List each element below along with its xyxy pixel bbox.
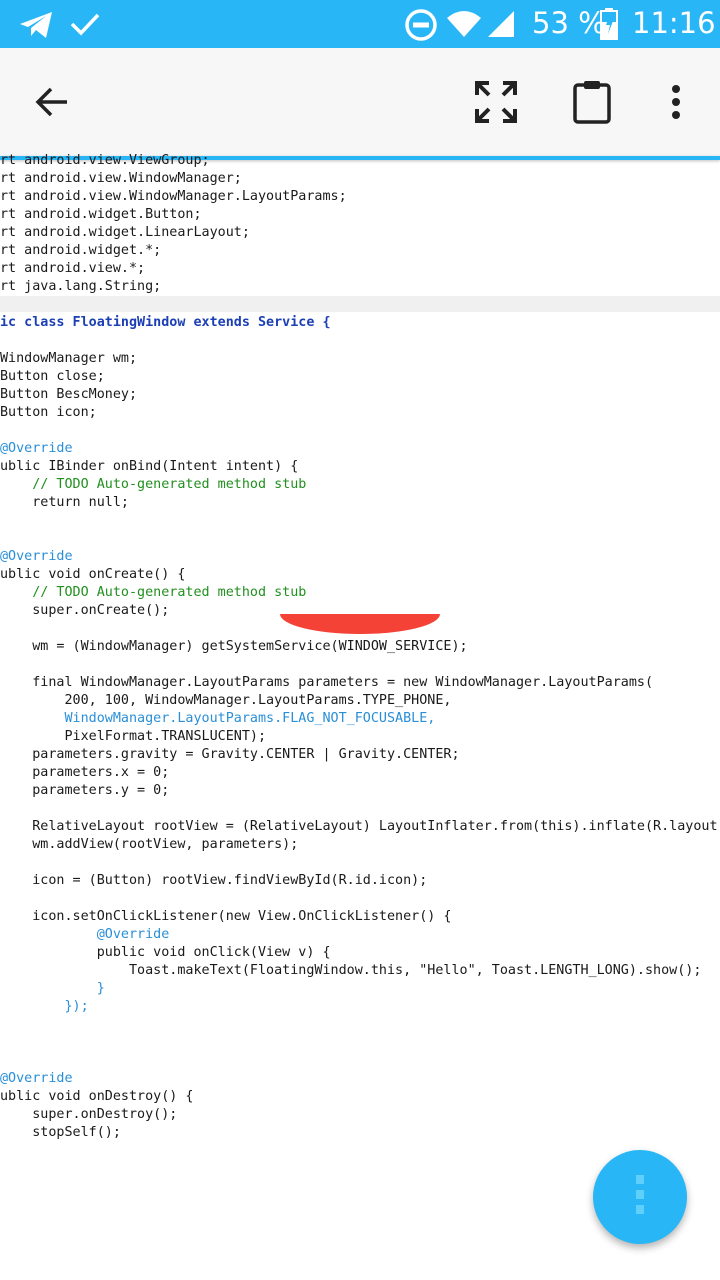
code-line: icon = (Button) rootView.findViewById(R.… — [0, 873, 428, 888]
code-line: rt android.view.WindowManager.LayoutPara… — [0, 189, 347, 204]
code-line: 200, 100, WindowManager.LayoutParams.TYP… — [0, 693, 452, 708]
code-line: rt android.view.ViewGroup; — [0, 153, 210, 168]
do-not-disturb-icon — [404, 8, 438, 46]
more-vert-icon — [634, 1175, 646, 1219]
code-line: @Override — [0, 927, 170, 942]
code-line: Button close; — [0, 369, 105, 384]
code-line: // TODO Auto-generated method stub — [0, 477, 307, 492]
code-line: icon.setOnClickListener(new View.OnClick… — [0, 909, 452, 924]
code-line: final WindowManager.LayoutParams paramet… — [0, 675, 654, 690]
back-arrow-icon — [35, 87, 69, 121]
code-line: RelativeLayout rootView = (RelativeLayou… — [0, 819, 720, 834]
fullscreen-icon — [475, 81, 517, 127]
code-line: public void onClick(View v) { — [0, 945, 331, 960]
code-viewer[interactable]: rt android.view.ViewGroup; rt android.vi… — [0, 150, 720, 1150]
code-line: PixelFormat.TRANSLUCENT); — [0, 729, 267, 744]
code-line: // TODO Auto-generated method stub — [0, 585, 307, 600]
code-line: ublic void onDestroy() { — [0, 1089, 194, 1104]
code-line: ic class FloatingWindow extends Service … — [0, 315, 331, 330]
code-line: return null; — [0, 495, 129, 510]
status-bar: 53 % 11:16 — [0, 0, 720, 48]
floating-action-button[interactable] — [593, 1150, 687, 1244]
fullscreen-button[interactable] — [468, 78, 524, 130]
code-line: rt android.widget.*; — [0, 243, 162, 258]
code-line: Toast.makeText(FloatingWindow.this, "Hel… — [0, 963, 702, 978]
code-line: super.onDestroy(); — [0, 1107, 178, 1122]
code-line: WindowManager.LayoutParams.FLAG_NOT_FOCU… — [0, 711, 436, 726]
code-line: }); — [0, 999, 89, 1014]
code-line: rt java.lang.String; — [0, 279, 162, 294]
code-line: @Override — [0, 1071, 73, 1086]
check-icon — [70, 12, 100, 40]
code-line: } — [0, 981, 105, 996]
code-line: super.onCreate(); — [0, 603, 170, 618]
code-line: ublic void onCreate() { — [0, 567, 186, 582]
code-line: wm = (WindowManager) getSystemService(WI… — [0, 639, 468, 654]
code-line: Button icon; — [0, 405, 97, 420]
code-line: rt android.view.*; — [0, 261, 146, 276]
telegram-icon — [18, 10, 54, 44]
battery-icon — [600, 8, 618, 44]
more-options-button[interactable] — [656, 78, 696, 130]
app-bar — [0, 48, 720, 156]
back-button[interactable] — [24, 80, 80, 128]
code-line: parameters.gravity = Gravity.CENTER | Gr… — [0, 747, 460, 762]
code-line: rt android.widget.Button; — [0, 207, 202, 222]
signal-icon — [486, 10, 516, 42]
code-line: ublic IBinder onBind(Intent intent) { — [0, 459, 299, 474]
code-line: parameters.y = 0; — [0, 783, 170, 798]
code-line: Button BescMoney; — [0, 387, 138, 402]
code-line: rt android.widget.LinearLayout; — [0, 225, 250, 240]
code-line: WindowManager wm; — [0, 351, 138, 366]
code-line: wm.addView(rootView, parameters); — [0, 837, 299, 852]
code-line: @Override — [0, 549, 73, 564]
code-line: parameters.x = 0; — [0, 765, 170, 780]
clipboard-button[interactable] — [566, 76, 618, 132]
clipboard-icon — [573, 80, 611, 128]
code-line: rt android.view.WindowManager; — [0, 171, 242, 186]
code-line: @Override — [0, 441, 73, 456]
more-vert-icon — [671, 85, 681, 123]
battery-percent: 53 % — [532, 6, 606, 40]
wifi-icon — [446, 10, 482, 42]
clock: 11:16 — [632, 6, 716, 40]
code-line: stopSelf(); — [0, 1125, 121, 1140]
